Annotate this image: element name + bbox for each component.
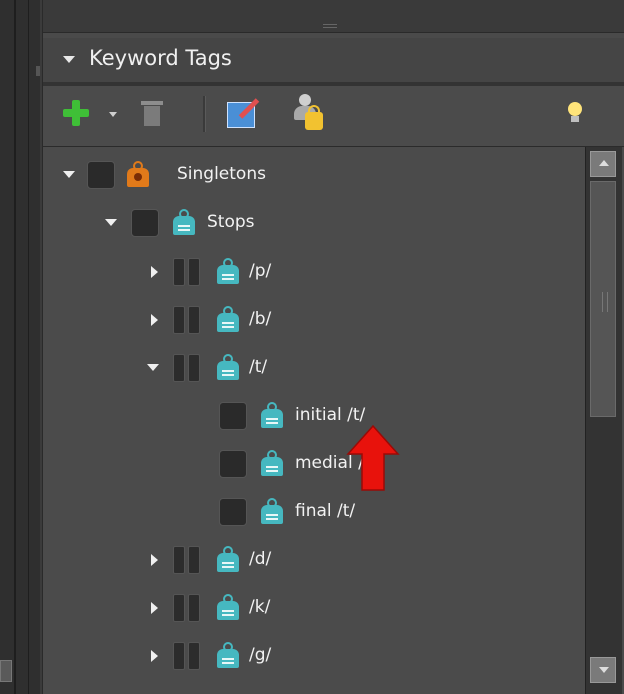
expand-arrow-icon[interactable] [151,602,158,614]
tree-row-d[interactable]: /d/ [43,540,583,580]
tree-item-label[interactable]: /p/ [249,261,271,281]
person-lock-icon[interactable] [289,94,325,132]
tree-row-medial-t[interactable]: medial /t/ [43,444,583,484]
lightbulb-icon[interactable] [563,102,587,130]
teal-tag-icon [217,258,239,284]
tree-item-label[interactable]: Stops [207,212,255,232]
trash-icon[interactable] [139,98,167,128]
tree-item-label[interactable]: Singletons [177,164,266,184]
vertical-scrollbar[interactable] [585,147,622,694]
tree-row-stops[interactable]: Stops [43,203,583,243]
tree-row-k[interactable]: /k/ [43,588,583,628]
dropdown-arrow-icon[interactable] [109,112,117,117]
checkbox[interactable] [219,498,247,526]
scroll-down-button[interactable] [590,657,616,683]
checkbox[interactable] [87,161,115,189]
add-icon[interactable] [61,98,91,128]
checkbox[interactable] [173,546,203,574]
checkbox[interactable] [219,450,247,478]
tree-row-initial-t[interactable]: initial /t/ [43,396,583,436]
edit-icon[interactable] [227,98,260,128]
checkbox[interactable] [173,306,203,334]
divider [14,0,16,694]
side-scroll-button[interactable] [0,660,12,682]
checkbox[interactable] [219,402,247,430]
scroll-up-button[interactable] [590,151,616,177]
divider [28,0,29,694]
collapse-handle[interactable] [36,66,40,76]
checkbox[interactable] [173,354,203,382]
tree-item-label[interactable]: initial /t/ [295,405,365,425]
orange-tag-icon [127,161,149,187]
checkbox[interactable] [131,209,159,237]
tree-item-label[interactable]: /d/ [249,549,271,569]
tree-item-label[interactable]: final /t/ [295,501,355,521]
tree-row-b[interactable]: /b/ [43,300,583,340]
expand-arrow-icon[interactable] [151,314,158,326]
checkbox[interactable] [173,594,203,622]
teal-tag-icon [217,546,239,572]
tree-item-label[interactable]: /t/ [249,357,267,377]
keyword-tags-panel: Keyword Tags Singletons Stops /p/ /b/ /t… [42,0,624,694]
expand-arrow-icon[interactable] [105,219,117,226]
tree-row-g[interactable]: /g/ [43,636,583,676]
teal-tag-icon [173,209,195,235]
expand-arrow-icon[interactable] [151,554,158,566]
expand-arrow-icon[interactable] [147,364,159,371]
panel-header[interactable]: Keyword Tags [43,38,624,82]
teal-tag-icon [261,402,283,428]
toolbar-divider [203,96,206,132]
panel-top-bar [43,0,624,33]
expand-arrow-icon[interactable] [151,266,158,278]
teal-tag-icon [217,594,239,620]
red-arrow-annotation [346,424,400,491]
resize-grip[interactable] [323,24,337,28]
teal-tag-icon [261,450,283,476]
checkbox[interactable] [173,258,203,286]
toolbar [43,86,624,147]
tree-item-label[interactable]: /k/ [249,597,270,617]
panel-title: Keyword Tags [89,46,232,70]
tree-item-label[interactable]: /b/ [249,309,271,329]
teal-tag-icon [217,306,239,332]
tree-row-t[interactable]: /t/ [43,348,583,388]
expand-arrow-icon[interactable] [63,171,75,178]
checkbox[interactable] [173,642,203,670]
teal-tag-icon [217,354,239,380]
teal-tag-icon [217,642,239,668]
scrollbar-thumb[interactable] [590,181,616,417]
tree-row-singletons[interactable]: Singletons [43,155,583,195]
left-edge-strip [0,0,40,694]
expand-arrow-icon[interactable] [151,650,158,662]
tree-item-label[interactable]: /g/ [249,645,271,665]
teal-tag-icon [261,498,283,524]
collapse-arrow-icon[interactable] [63,56,75,63]
keyword-tree: Singletons Stops /p/ /b/ /t/ initial /t/… [43,147,585,694]
tree-row-final-t[interactable]: final /t/ [43,492,583,532]
tree-row-p[interactable]: /p/ [43,252,583,292]
